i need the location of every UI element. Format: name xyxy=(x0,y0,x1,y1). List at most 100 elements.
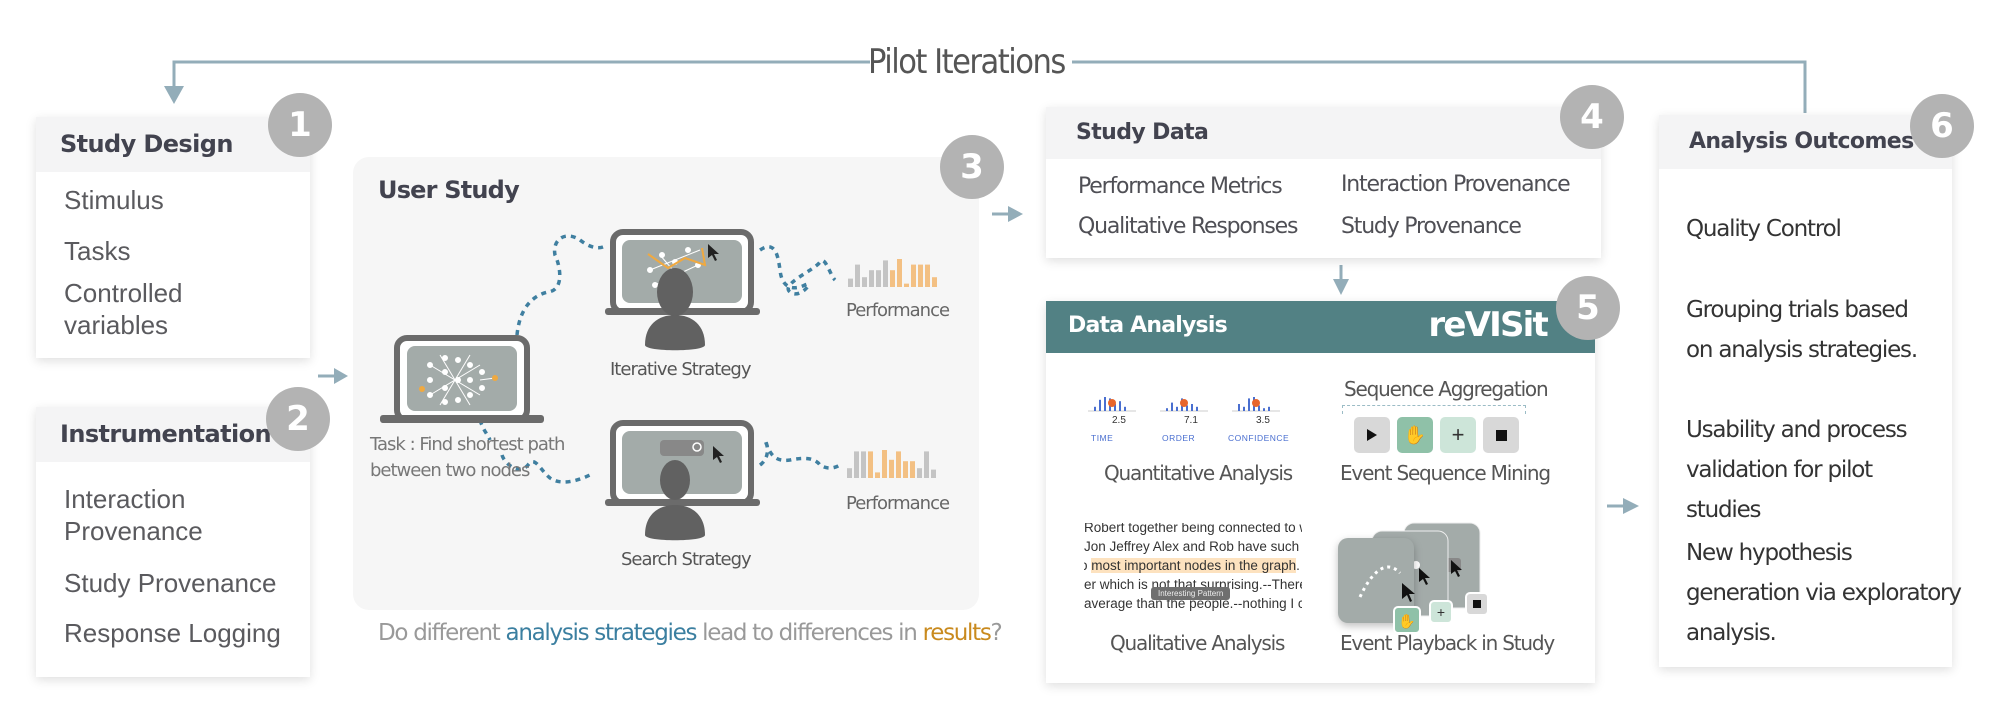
mean-marker xyxy=(1252,399,1260,407)
question-prefix: Do different xyxy=(378,620,506,646)
outcome-item: Grouping trials based on analysis strate… xyxy=(1686,297,1918,363)
histogram-bar xyxy=(1191,404,1193,411)
excerpt-line: Jon Jeffrey Alex and Rob have such la xyxy=(1084,539,1302,554)
analysis-outcomes-card: Analysis Outcomes Quality Control Groupi… xyxy=(1659,115,1962,667)
study-data-title: Study Data xyxy=(1046,107,1601,159)
revisit-logo: reVISit xyxy=(1428,305,1548,345)
performance-bar xyxy=(847,468,852,478)
outcome-item: New hypothesis generation via explorator… xyxy=(1686,540,1962,646)
metric-label: TIME xyxy=(1091,433,1114,443)
dotted-path-search-to-performance xyxy=(758,439,841,470)
histogram-bar xyxy=(1196,406,1198,411)
mean-marker xyxy=(1180,399,1188,407)
histogram-bar xyxy=(1166,408,1168,411)
performance-bar xyxy=(925,264,930,287)
outcome-item: Quality Control xyxy=(1686,216,1842,242)
performance-label: Performance xyxy=(846,300,950,321)
histogram-bar xyxy=(1176,406,1178,411)
study-data-item: Study Provenance xyxy=(1341,214,1522,239)
performance-bar xyxy=(904,283,909,287)
strategy-label-search: Search Strategy xyxy=(621,549,752,570)
data-analysis-card: Data Analysis reVISit 2.5 7.1 3.5 TIME O… xyxy=(1046,301,1595,683)
question-middle: lead to differences in xyxy=(696,620,923,646)
histogram-bar xyxy=(1268,406,1270,411)
question-highlight-strategies: analysis strategies xyxy=(505,620,698,646)
metric-value: 7.1 xyxy=(1184,415,1198,426)
study-data-card: Study Data Performance Metrics Interacti… xyxy=(1046,107,1601,258)
step-badge-1: 1 xyxy=(268,93,332,157)
excerpt-line: o most important nodes in the graph. I xyxy=(1084,557,1302,576)
performance-bars-iterative xyxy=(848,259,937,287)
data-analysis-header: Data Analysis reVISit xyxy=(1046,301,1595,353)
task-label: between two nodes xyxy=(370,460,530,481)
step-badge-4: 4 xyxy=(1560,85,1624,149)
histogram-bar xyxy=(1248,398,1250,411)
performance-bar xyxy=(875,472,880,478)
performance-bar xyxy=(869,270,874,287)
quantitative-analysis-caption: Quantitative Analysis xyxy=(1104,461,1293,485)
performance-bar xyxy=(932,277,937,287)
performance-bar xyxy=(896,451,901,478)
histogram-bar xyxy=(1171,402,1173,411)
hand-icon: ✋ xyxy=(1403,424,1427,445)
histogram-bar xyxy=(1238,404,1240,411)
metric-label: ORDER xyxy=(1162,433,1196,443)
histogram-bar xyxy=(1243,406,1245,411)
sequence-aggregation-heading: Sequence Aggregation xyxy=(1344,377,1549,401)
metric-value: 2.5 xyxy=(1112,415,1126,426)
performance-bar xyxy=(917,468,922,478)
performance-bar xyxy=(903,461,908,478)
histogram-bar xyxy=(1124,406,1126,411)
qualitative-analysis-caption: Qualitative Analysis xyxy=(1110,631,1285,655)
event-sequence-mining-caption: Event Sequence Mining xyxy=(1340,461,1551,485)
outcome-item: Usability and process validation for pil… xyxy=(1686,417,1908,523)
performance-bar xyxy=(854,451,859,478)
dotted-path-iterative-to-performance xyxy=(759,245,837,296)
plus-icon: + xyxy=(1451,422,1465,447)
performance-bar xyxy=(861,451,866,478)
histogram-bar xyxy=(1099,399,1101,411)
performance-bar xyxy=(876,270,881,287)
data-analysis-title: Data Analysis xyxy=(1068,313,1228,338)
performance-bar xyxy=(897,259,902,287)
task-label: Task : Find shortest path xyxy=(370,434,565,455)
performance-bar xyxy=(848,278,853,287)
qualitative-text-excerpt[interactable]: Robert together being connected to w Jon… xyxy=(1084,523,1302,615)
performance-bar xyxy=(911,264,916,287)
performance-bar xyxy=(931,469,936,478)
research-question: Do different analysis strategies lead to… xyxy=(378,620,1003,646)
task-laptop-icon xyxy=(380,335,544,423)
performance-bar xyxy=(918,264,923,287)
svg-text:+: + xyxy=(1437,604,1445,620)
histogram-bar xyxy=(1119,401,1121,411)
stop-button[interactable] xyxy=(1483,417,1519,453)
step-badge-2: 2 xyxy=(266,387,330,451)
question-highlight-results: results xyxy=(922,620,992,646)
performance-bar xyxy=(889,459,894,478)
play-button[interactable] xyxy=(1354,417,1390,453)
performance-bar xyxy=(910,461,915,478)
event-playback-illustration[interactable]: ✋ + xyxy=(1336,513,1536,634)
excerpt-line: Robert together being connected to w xyxy=(1084,523,1302,535)
add-button[interactable]: + xyxy=(1440,417,1476,453)
performance-bar xyxy=(890,270,895,287)
sequence-aggregation-bracket xyxy=(1342,405,1526,414)
hand-tool-button[interactable]: ✋ xyxy=(1397,417,1433,453)
performance-bars-search xyxy=(847,450,936,478)
event-playback-caption: Event Playback in Study xyxy=(1340,631,1555,655)
step-badge-6: 6 xyxy=(1910,94,1974,158)
step-badge-3: 3 xyxy=(940,135,1004,199)
quantitative-analysis-widget[interactable]: 2.5 7.1 3.5 TIME ORDER CONFIDENCE xyxy=(1086,391,1296,451)
excerpt-fragment: . I xyxy=(1296,558,1302,573)
performance-bar xyxy=(855,264,860,287)
study-data-item: Performance Metrics xyxy=(1078,174,1283,199)
interesting-pattern-tooltip: Interesting Pattern xyxy=(1151,587,1231,600)
performance-bar xyxy=(868,451,873,478)
metric-value: 3.5 xyxy=(1256,415,1270,426)
performance-bar xyxy=(862,277,867,287)
step-badge-5: 5 xyxy=(1556,276,1620,340)
metric-label: CONFIDENCE xyxy=(1228,433,1290,443)
histogram-bar xyxy=(1094,406,1096,411)
mean-marker xyxy=(1108,399,1116,407)
highlighted-annotation[interactable]: most important nodes in the graph xyxy=(1091,558,1297,573)
